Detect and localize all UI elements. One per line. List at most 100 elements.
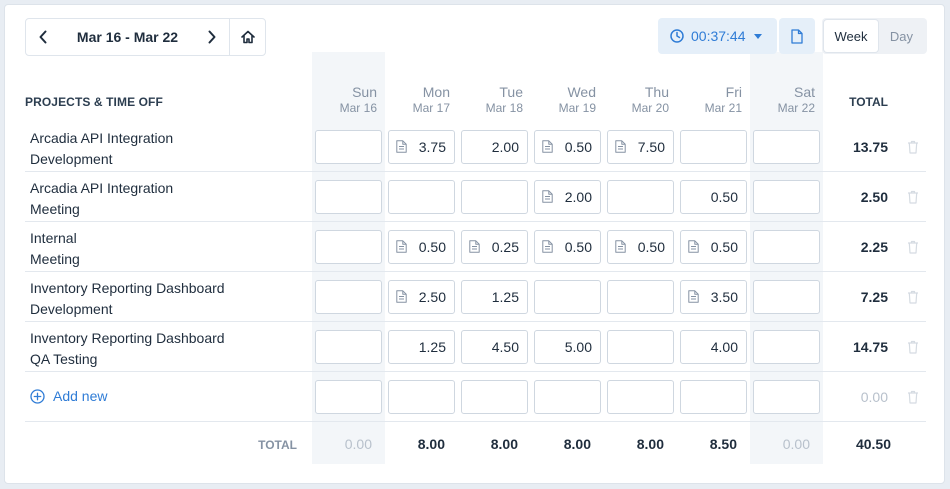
time-entry-input[interactable] bbox=[315, 180, 382, 214]
add-new-label: Add new bbox=[53, 388, 108, 404]
trash-icon[interactable] bbox=[907, 240, 919, 254]
time-entry-input[interactable] bbox=[753, 180, 820, 214]
time-entry-value: 0.50 bbox=[564, 139, 592, 155]
time-entry-input[interactable] bbox=[315, 130, 382, 164]
day-date: Mar 21 bbox=[704, 101, 742, 115]
row-total: 14.75 bbox=[852, 339, 888, 355]
chevron-down-icon bbox=[753, 33, 762, 39]
time-entry-input[interactable] bbox=[388, 180, 455, 214]
time-entry-input[interactable]: 1.25 bbox=[461, 280, 528, 314]
plus-circle-icon bbox=[30, 388, 45, 404]
time-entry-input[interactable]: 2.00 bbox=[534, 180, 601, 214]
row-total: 7.25 bbox=[860, 289, 888, 305]
time-entry-input[interactable] bbox=[607, 380, 674, 414]
trash-icon[interactable] bbox=[907, 340, 919, 354]
home-icon bbox=[240, 30, 255, 44]
trash-icon[interactable] bbox=[907, 290, 919, 304]
total-header: TOTAL bbox=[849, 95, 888, 109]
time-entry-input[interactable]: 4.50 bbox=[461, 330, 528, 364]
day-header-sun: Sun Mar 16 bbox=[307, 84, 377, 115]
day-name: Sat bbox=[793, 84, 815, 100]
day-total-sun: 0.00 bbox=[344, 436, 372, 452]
row-divider bbox=[25, 171, 926, 172]
time-entry-input[interactable] bbox=[753, 230, 820, 264]
time-entry-input[interactable]: 3.75 bbox=[388, 130, 455, 164]
time-entry-input[interactable] bbox=[315, 380, 382, 414]
current-week-button[interactable] bbox=[229, 19, 265, 55]
time-entry-input[interactable]: 2.00 bbox=[461, 130, 528, 164]
time-entry-input[interactable]: 7.50 bbox=[607, 130, 674, 164]
time-entry-input[interactable] bbox=[753, 380, 820, 414]
time-entry-input[interactable] bbox=[388, 380, 455, 414]
next-week-button[interactable] bbox=[195, 19, 229, 55]
project-title: Internal bbox=[30, 230, 77, 246]
time-entry-input[interactable] bbox=[315, 330, 382, 364]
row-divider bbox=[25, 221, 926, 222]
project-name: Internal Meeting bbox=[30, 228, 80, 270]
day-name: Mon bbox=[422, 84, 450, 100]
view-toggle: Week Day bbox=[822, 18, 927, 54]
note-icon bbox=[542, 140, 553, 156]
notes-button[interactable] bbox=[779, 18, 815, 54]
time-entry-value: 0.50 bbox=[418, 239, 446, 255]
time-entry-value: 2.00 bbox=[491, 139, 519, 155]
time-entry-input[interactable]: 1.25 bbox=[388, 330, 455, 364]
trash-icon[interactable] bbox=[907, 190, 919, 204]
time-entry-input[interactable] bbox=[315, 230, 382, 264]
time-entry-input[interactable] bbox=[680, 130, 747, 164]
chevron-left-icon bbox=[39, 30, 47, 44]
time-entry-input[interactable] bbox=[680, 380, 747, 414]
time-entry-input[interactable]: 5.00 bbox=[534, 330, 601, 364]
time-entry-input[interactable] bbox=[534, 380, 601, 414]
trash-icon[interactable] bbox=[907, 140, 919, 154]
week-view-button[interactable]: Week bbox=[824, 20, 878, 52]
day-header-tue: Tue Mar 18 bbox=[453, 84, 523, 115]
day-header-mon: Mon Mar 17 bbox=[380, 84, 450, 115]
time-entry-input[interactable]: 0.50 bbox=[607, 230, 674, 264]
time-entry-input[interactable]: 0.25 bbox=[461, 230, 528, 264]
project-title: Arcadia API Integration bbox=[30, 180, 174, 196]
day-header-wed: Wed Mar 19 bbox=[526, 84, 596, 115]
time-entry-input[interactable]: 0.50 bbox=[534, 230, 601, 264]
time-entry-input[interactable] bbox=[607, 180, 674, 214]
time-entry-input[interactable]: 3.50 bbox=[680, 280, 747, 314]
time-entry-input[interactable]: 2.50 bbox=[388, 280, 455, 314]
time-entry-input[interactable] bbox=[534, 280, 601, 314]
time-entry-input[interactable]: 0.50 bbox=[388, 230, 455, 264]
time-entry-value: 2.00 bbox=[564, 189, 592, 205]
time-entry-input[interactable] bbox=[753, 280, 820, 314]
day-total-tue: 8.00 bbox=[490, 436, 518, 452]
clock-icon bbox=[670, 29, 684, 43]
day-date: Mar 17 bbox=[412, 101, 450, 115]
date-range-label[interactable]: Mar 16 - Mar 22 bbox=[60, 29, 195, 45]
time-entry-input[interactable]: 0.50 bbox=[534, 130, 601, 164]
time-entry-input[interactable] bbox=[607, 330, 674, 364]
time-entry-value: 7.50 bbox=[637, 139, 665, 155]
time-entry-input[interactable]: 0.50 bbox=[680, 230, 747, 264]
day-header-sat: Sat Mar 22 bbox=[745, 84, 815, 115]
project-title: Arcadia API Integration bbox=[30, 130, 174, 146]
time-entry-input[interactable] bbox=[753, 330, 820, 364]
project-name: Inventory Reporting Dashboard QA Testing bbox=[30, 328, 225, 370]
time-entry-value: 1.25 bbox=[491, 289, 519, 305]
trash-icon[interactable] bbox=[907, 390, 919, 404]
time-entry-input[interactable]: 0.50 bbox=[680, 180, 747, 214]
time-entry-input[interactable] bbox=[461, 180, 528, 214]
day-view-button[interactable]: Day bbox=[878, 20, 925, 52]
time-entry-input[interactable]: 4.00 bbox=[680, 330, 747, 364]
day-date: Mar 19 bbox=[558, 101, 596, 115]
day-date: Mar 22 bbox=[777, 101, 815, 115]
time-entry-input[interactable] bbox=[315, 280, 382, 314]
timer-dropdown[interactable]: 00:37:44 bbox=[658, 18, 777, 54]
add-new-button[interactable]: Add new bbox=[30, 388, 107, 404]
day-header-fri: Fri Mar 21 bbox=[672, 84, 742, 115]
day-name: Tue bbox=[499, 84, 523, 100]
day-date: Mar 18 bbox=[485, 101, 523, 115]
time-entry-input[interactable] bbox=[753, 130, 820, 164]
prev-week-button[interactable] bbox=[26, 19, 60, 55]
day-date: Mar 16 bbox=[339, 101, 377, 115]
note-icon bbox=[688, 240, 699, 256]
task-title: Meeting bbox=[30, 201, 80, 217]
time-entry-input[interactable] bbox=[607, 280, 674, 314]
time-entry-input[interactable] bbox=[461, 380, 528, 414]
